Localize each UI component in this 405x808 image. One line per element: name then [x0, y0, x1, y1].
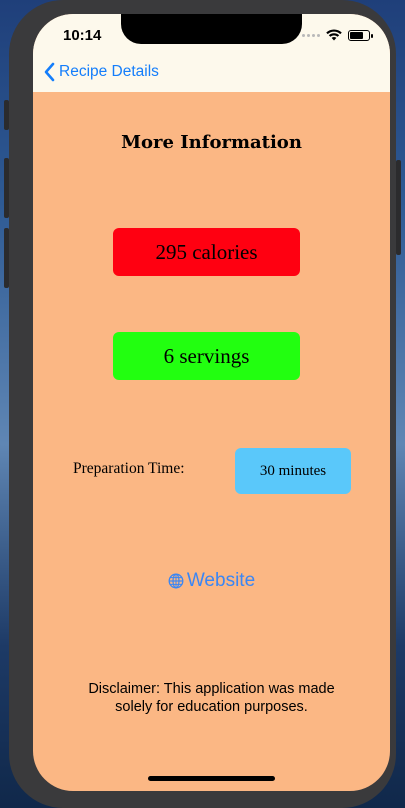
prep-time-label: Preparation Time: — [73, 460, 185, 477]
volume-down-button — [4, 228, 9, 288]
disclaimer-text: Disclaimer: This application was made so… — [88, 681, 335, 715]
website-link[interactable]: Website — [33, 570, 390, 592]
app-screen: 10:14 Recipe Details More Information 29… — [33, 14, 390, 791]
navigation-bar: 10:14 Recipe Details — [33, 14, 390, 92]
power-button — [396, 160, 401, 255]
chevron-left-icon — [44, 62, 55, 82]
servings-badge: 6 servings — [113, 332, 300, 380]
calories-badge: 295 calories — [113, 228, 300, 276]
signal-icon — [302, 33, 320, 37]
globe-icon — [168, 573, 184, 589]
status-time: 10:14 — [63, 27, 102, 44]
battery-icon — [348, 29, 373, 41]
page-title: More Information — [121, 132, 302, 153]
volume-up-button — [4, 158, 9, 218]
wifi-icon — [326, 29, 342, 41]
home-indicator[interactable] — [148, 776, 275, 781]
prep-time-value: 30 minutes — [235, 448, 351, 494]
phone-frame: 10:14 Recipe Details More Information 29… — [4, 0, 401, 808]
mute-switch — [4, 100, 9, 130]
back-button-label: Recipe Details — [59, 63, 159, 80]
notch — [121, 14, 302, 44]
back-button[interactable]: Recipe Details — [43, 62, 159, 82]
website-link-label: Website — [186, 570, 256, 591]
status-icons — [302, 29, 373, 41]
